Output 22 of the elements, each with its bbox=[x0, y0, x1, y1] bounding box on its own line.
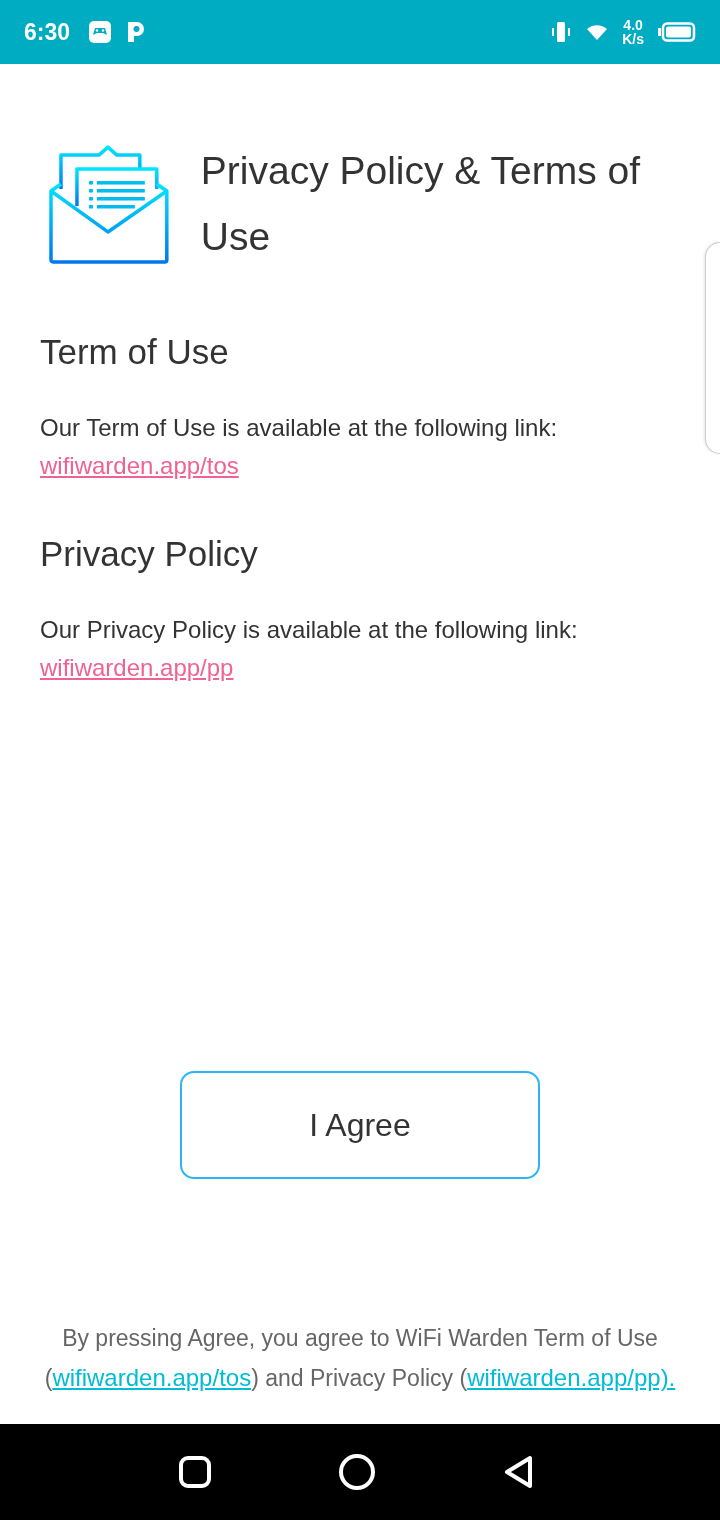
network-speed: 4.0 bbox=[623, 18, 643, 32]
wifi-icon bbox=[586, 23, 609, 41]
speed-unit: K/s bbox=[622, 32, 644, 46]
agree-button[interactable]: I Agree bbox=[180, 1071, 540, 1179]
link[interactable]: wifiwarden.app/tos bbox=[40, 452, 239, 479]
link[interactable]: wifiwarden.app/tos bbox=[52, 1364, 252, 1391]
section-heading: Term of Use bbox=[40, 332, 230, 372]
recents-button[interactable] bbox=[178, 1455, 212, 1489]
section-text: Our Term of Use is available at the following link: bbox=[40, 413, 559, 443]
section-text: Our Privacy Policy is available at the following link: bbox=[40, 615, 579, 645]
envelope-icon bbox=[49, 144, 169, 264]
gamepad-icon bbox=[88, 20, 113, 44]
battery-icon bbox=[658, 22, 696, 42]
page-title: Privacy Policy & Terms of Use bbox=[200, 148, 642, 260]
home-button[interactable] bbox=[338, 1453, 376, 1491]
clock: 6:30 bbox=[24, 18, 71, 46]
vibrate-icon bbox=[550, 20, 573, 44]
link[interactable]: wifiwarden.app/pp bbox=[40, 654, 234, 681]
section-heading: Privacy Policy bbox=[40, 534, 259, 574]
p-logo-icon bbox=[126, 20, 147, 44]
link[interactable]: wifiwarden.app/pp). bbox=[467, 1364, 676, 1391]
footer-text: By pressing Agree, you agree to WiFi Warden Term of Use (wifiwarden.app/tos) and Privacy Policy (wifiwarden.app/pp). bbox=[43, 1324, 677, 1393]
